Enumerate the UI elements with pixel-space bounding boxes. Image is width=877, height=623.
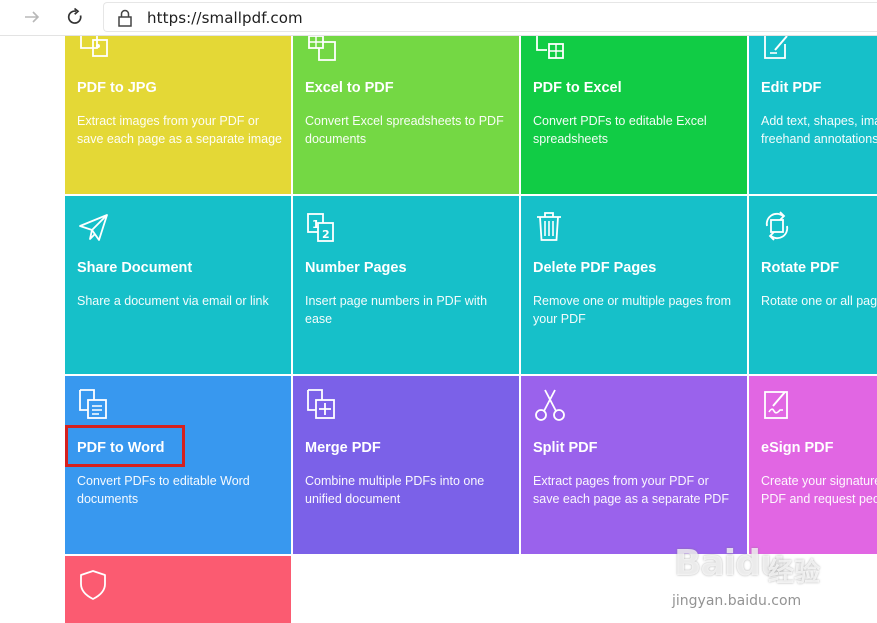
tile-title: Number Pages [305,260,407,276]
tile-description: Extract images from your PDF or save eac… [77,114,282,146]
url-text: https://smallpdf.com [147,9,303,27]
tool-tile-pdf-to-jpg[interactable]: PDF to JPG Extract images from your PDF … [65,36,291,194]
lock-icon [118,9,132,27]
tile-title: Edit PDF [761,80,822,96]
tile-title: Share Document [77,260,193,276]
reload-button[interactable] [61,4,89,30]
tile-description: Create your signature, sign your PDF and… [761,474,877,506]
tile-title: Split PDF [533,440,598,456]
tile-title: Merge PDF [305,440,381,456]
svg-text:2: 2 [322,228,330,241]
pdf-excel-icon [536,36,564,59]
tile-description: Convert PDFs to editable Excel spreadshe… [533,114,707,146]
tools-grid: PDF to JPG Extract images from your PDF … [0,36,877,623]
tool-tile-esign-pdf[interactable]: eSign PDF Create your signature, sign yo… [749,376,877,554]
excel-sheet-icon [308,36,336,61]
tile-title: eSign PDF [761,440,834,456]
tool-tile-protect-pdf[interactable] [65,556,291,623]
tool-tile-rotate-pdf[interactable]: Rotate PDF Rotate one or all pages [749,196,877,374]
tile-title: Excel to PDF [305,80,394,96]
tool-tile-share-document[interactable]: Share Document Share a document via emai… [65,196,291,374]
tool-tile-edit-pdf[interactable]: Edit PDF Add text, shapes, images and fr… [749,36,877,194]
tile-title: PDF to JPG [77,80,157,96]
tile-description: Extract pages from your PDF or save each… [533,474,729,506]
tool-tile-pdf-to-excel[interactable]: PDF to Excel Convert PDFs to editable Ex… [521,36,747,194]
forward-button[interactable] [18,4,46,30]
tile-title: Rotate PDF [761,260,840,276]
tool-tile-number-pages[interactable]: 1 2 Number Pages Insert page numbers in … [293,196,519,374]
scissors-icon [535,389,565,421]
svg-text:1: 1 [312,218,320,231]
tile-title: PDF to Excel [533,80,622,96]
tile-description: Share a document via email or link [77,294,269,308]
tile-description: Convert Excel spreadsheets to PDF docume… [305,114,504,146]
tool-tile-split-pdf[interactable]: Split PDF Extract pages from your PDF or… [521,376,747,554]
arrow-right-icon [25,11,40,23]
tile-description: Rotate one or all pages [761,294,877,308]
edit-pen-icon [764,36,788,59]
merge-plus-icon [307,389,335,419]
tile-description: Convert PDFs to editable Word documents [77,474,250,506]
tile-description: Remove one or multiple pages from your P… [533,294,732,326]
tool-tile-delete-pdf-pages[interactable]: Delete PDF Pages Remove one or multiple … [521,196,747,374]
tile-description: Add text, shapes, images and freehand an… [761,114,877,146]
tile-title: PDF to Word [77,440,165,456]
trash-icon [537,212,561,241]
page-numbers-icon: 1 2 [307,213,334,242]
address-bar[interactable]: https://smallpdf.com [103,2,877,32]
browser-toolbar: https://smallpdf.com [0,0,877,36]
tool-tile-pdf-to-word[interactable]: PDF to Word Convert PDFs to editable Wor… [65,376,291,554]
tile-title: Delete PDF Pages [533,260,657,276]
rotate-icon [765,211,789,241]
tile-description: Combine multiple PDFs into one unified d… [305,474,485,506]
jpg-image-icon [80,36,108,57]
reload-icon [67,7,82,24]
esign-icon [764,391,788,419]
tool-tile-merge-pdf[interactable]: Merge PDF Combine multiple PDFs into one… [293,376,519,554]
paper-plane-icon [79,214,108,241]
shield-icon [80,570,106,600]
tile-description: Insert page numbers in PDF with ease [305,294,488,326]
tool-tile-excel-to-pdf[interactable]: Excel to PDF Convert Excel spreadsheets … [293,36,519,194]
pdf-word-icon [79,389,107,419]
